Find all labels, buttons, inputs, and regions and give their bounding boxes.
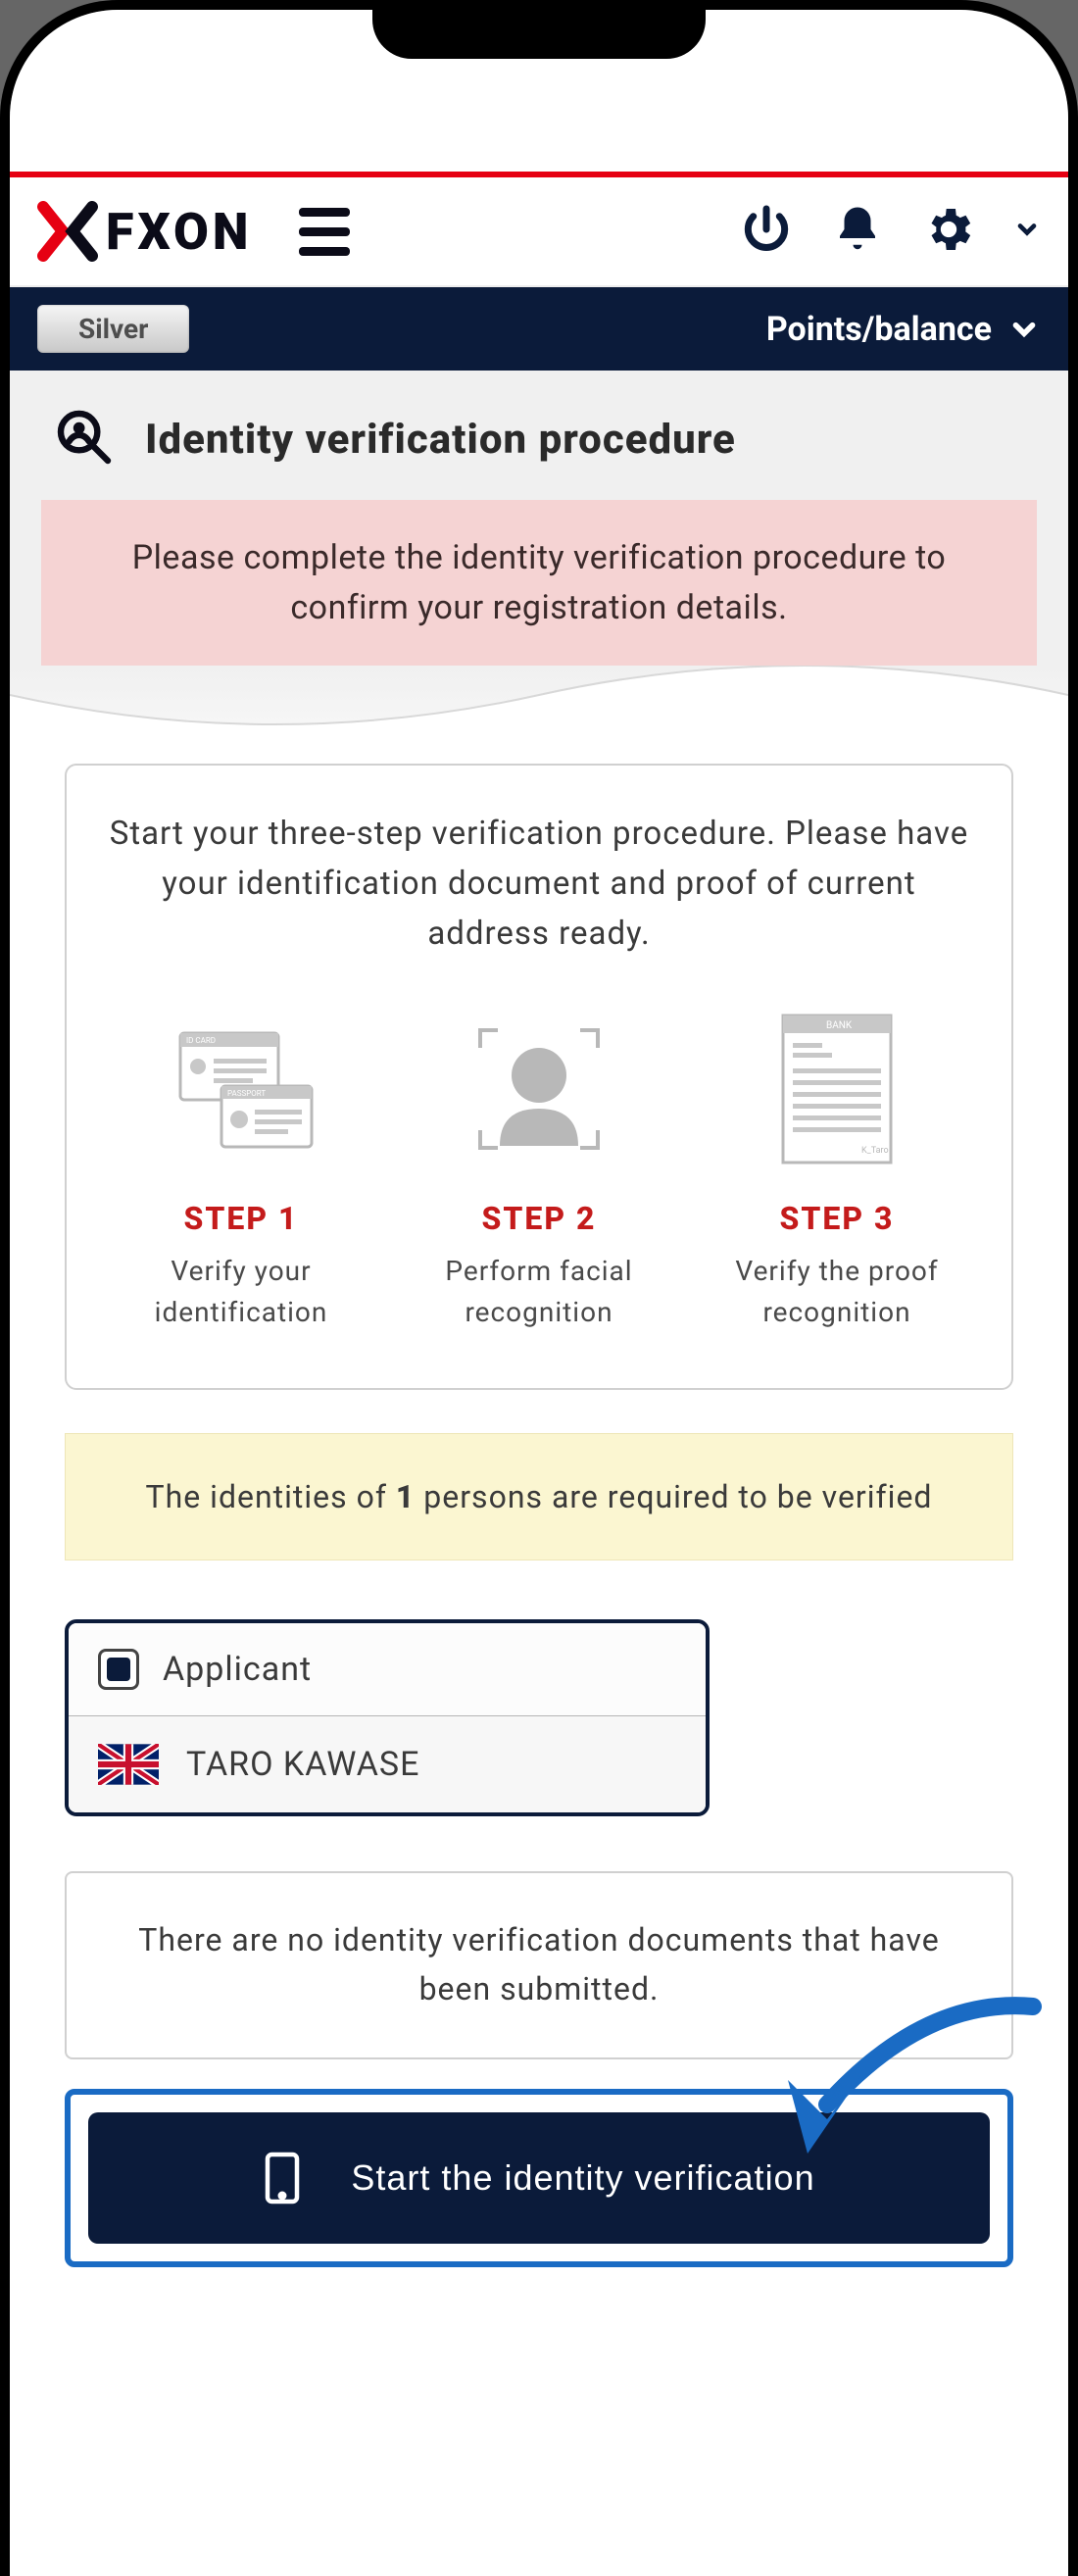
menu-button[interactable] bbox=[299, 208, 350, 256]
no-documents-card: There are no identity verification docum… bbox=[65, 1871, 1013, 2058]
svg-text:K_Taro: K_Taro bbox=[861, 1146, 889, 1156]
points-balance-toggle[interactable]: Points/balance bbox=[766, 310, 1041, 349]
step-3-desc: Verify the proof recognition bbox=[698, 1251, 976, 1333]
smartphone-icon bbox=[263, 2152, 302, 2204]
svg-text:BANK: BANK bbox=[826, 1020, 853, 1031]
bank-statement-icon: BANK K_Taro bbox=[698, 1006, 976, 1172]
subheader-bar: Silver Points/balance bbox=[10, 287, 1068, 371]
logo-mark-icon bbox=[37, 201, 98, 262]
power-icon[interactable] bbox=[739, 202, 794, 261]
identity-search-icon bbox=[53, 406, 116, 472]
header-right bbox=[739, 202, 1041, 261]
tier-badge: Silver bbox=[37, 305, 189, 353]
start-verification-button[interactable]: Start the identity verification bbox=[88, 2112, 990, 2244]
step-2-desc: Perform facial recognition bbox=[400, 1251, 678, 1333]
step-3: BANK K_Taro bbox=[698, 1006, 976, 1333]
required-persons-banner: The identities of 1 persons are required… bbox=[65, 1433, 1013, 1560]
page-title-row: Identity verification procedure bbox=[10, 371, 1068, 500]
chevron-down-icon[interactable] bbox=[1013, 216, 1041, 247]
step-1-label: STEP 1 bbox=[102, 1200, 380, 1237]
verification-steps-card: Start your three-step verification proce… bbox=[65, 764, 1013, 1390]
start-button-label: Start the identity verification bbox=[351, 2157, 814, 2199]
svg-text:ID CARD: ID CARD bbox=[186, 1036, 216, 1045]
app-screen: FXON bbox=[10, 10, 1068, 2576]
applicant-body-row: TARO KAWASE bbox=[69, 1716, 706, 1812]
applicant-name: TARO KAWASE bbox=[186, 1745, 419, 1784]
gear-icon[interactable] bbox=[921, 202, 976, 261]
steps-row: ID CARD PASSPORT bbox=[102, 1006, 976, 1333]
phone-frame: FXON bbox=[0, 0, 1078, 2576]
step-1-desc: Verify your identification bbox=[102, 1251, 380, 1333]
applicant-header-row[interactable]: Applicant bbox=[69, 1623, 706, 1716]
chevron-down-icon bbox=[1007, 313, 1041, 346]
start-cta-highlight: Start the identity verification bbox=[65, 2089, 1013, 2267]
uk-flag-icon bbox=[98, 1744, 159, 1785]
step-1: ID CARD PASSPORT bbox=[102, 1006, 380, 1333]
brand-logo: FXON bbox=[37, 201, 252, 262]
required-suffix: persons are required to be verified bbox=[415, 1478, 932, 1515]
notice-banner: Please complete the identity verificatio… bbox=[41, 500, 1037, 667]
required-count: 1 bbox=[396, 1478, 415, 1515]
header-left: FXON bbox=[37, 201, 350, 262]
bell-icon[interactable] bbox=[831, 203, 884, 260]
svg-text:PASSPORT: PASSPORT bbox=[227, 1089, 266, 1098]
id-card-icon: ID CARD PASSPORT bbox=[102, 1006, 380, 1172]
face-scan-icon bbox=[400, 1006, 678, 1172]
applicant-checkbox[interactable] bbox=[98, 1649, 139, 1690]
no-documents-text: There are no identity verification docum… bbox=[106, 1916, 972, 2013]
page-content-lower: Start your three-step verification proce… bbox=[10, 764, 1068, 2326]
points-balance-label: Points/balance bbox=[766, 310, 992, 349]
step-3-label: STEP 3 bbox=[698, 1200, 976, 1237]
applicant-role-label: Applicant bbox=[163, 1650, 312, 1689]
logo-text: FXON bbox=[106, 202, 252, 262]
phone-notch bbox=[372, 10, 706, 59]
wave-divider bbox=[10, 666, 1068, 764]
step-2: STEP 2 Perform facial recognition bbox=[400, 1006, 678, 1333]
required-prefix: The identities of bbox=[146, 1478, 396, 1515]
step-2-label: STEP 2 bbox=[400, 1200, 678, 1237]
page-content-upper: Identity verification procedure Please c… bbox=[10, 371, 1068, 764]
applicant-card: Applicant TARO KAWA bbox=[65, 1619, 710, 1816]
app-header: FXON bbox=[10, 177, 1068, 287]
page-title: Identity verification procedure bbox=[145, 416, 736, 464]
steps-intro-text: Start your three-step verification proce… bbox=[102, 809, 976, 959]
